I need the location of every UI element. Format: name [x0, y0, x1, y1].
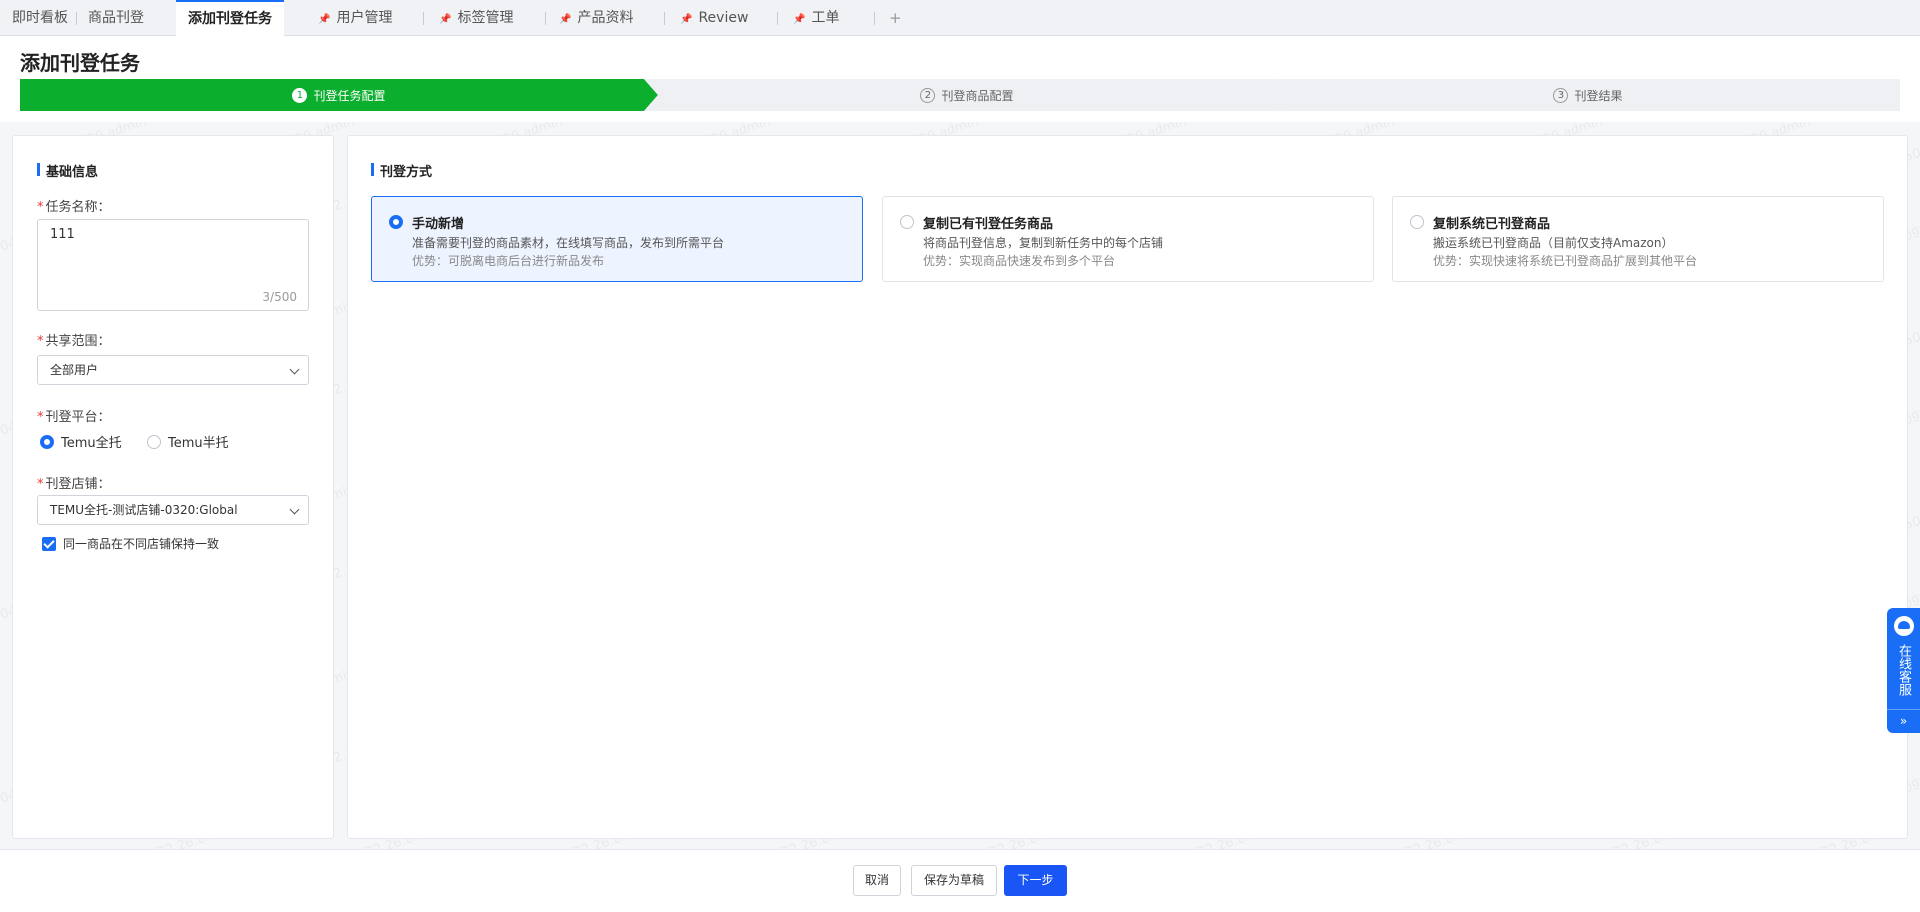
- method-card-copy-system[interactable]: 复制系统已刊登商品 搬运系统已刊登商品（目前仅支持Amazon） 优势：实现快速…: [1392, 196, 1884, 282]
- tab-review[interactable]: 📌 Review: [680, 0, 748, 36]
- tab-product-data[interactable]: 📌 产品资料: [559, 0, 633, 36]
- tab-tag-management[interactable]: 📌 标签管理: [439, 0, 513, 36]
- pin-icon: 📌: [439, 14, 452, 25]
- add-tab-button[interactable]: +: [889, 0, 902, 36]
- tab-separator: [874, 12, 875, 25]
- page-header: 添加刊登任务 1 刊登任务配置 2 刊登商品配置 3 刊登结果: [0, 36, 1920, 122]
- method-card-manual-add[interactable]: 手动新增 准备需要刊登的商品素材，在线填写商品，发布到所需平台 优势：可脱离电商…: [371, 196, 863, 282]
- radio-unchecked-icon: [900, 215, 914, 229]
- save-draft-button[interactable]: 保存为草稿: [911, 865, 997, 896]
- task-name-input[interactable]: 111 3/500: [37, 219, 309, 311]
- pin-icon: 📌: [793, 14, 806, 25]
- next-step-button[interactable]: 下一步: [1004, 865, 1067, 896]
- support-avatar-icon: [1894, 616, 1914, 636]
- tab-separator: [545, 12, 546, 25]
- step-number: 1: [292, 88, 307, 103]
- section-title-basic-info: 基础信息: [37, 161, 98, 180]
- radio-checked-icon: [40, 434, 54, 449]
- platform-label: * 刊登平台：: [37, 410, 111, 425]
- store-select[interactable]: TEMU全托-测试店铺-0320:Global: [37, 495, 309, 525]
- store-label: * 刊登店铺：: [37, 477, 111, 492]
- tab-add-listing-task[interactable]: 添加刊登任务: [176, 0, 284, 36]
- tab-bar: 即时看板 商品刊登 添加刊登任务 📌 用户管理 📌 标签管理 📌 产品资料 📌 Revi…: [0, 0, 1920, 36]
- tab-separator: [76, 12, 77, 25]
- platform-radio-temu-full[interactable]: Temu全托: [40, 432, 122, 451]
- platform-radio-temu-semi[interactable]: Temu半托: [147, 432, 229, 451]
- tab-product-listing[interactable]: 商品刊登: [88, 0, 144, 36]
- online-support-widget[interactable]: 在线客服 »: [1887, 608, 1920, 733]
- card-title: 复制已有刊登任务商品: [923, 217, 1054, 232]
- radio-unchecked-icon: [147, 434, 161, 449]
- step-result: 3 刊登结果: [1276, 79, 1900, 111]
- pin-icon: 📌: [559, 14, 572, 25]
- card-title: 复制系统已刊登商品: [1433, 217, 1551, 232]
- step-progress: 1 刊登任务配置 2 刊登商品配置 3 刊登结果: [20, 79, 1900, 111]
- page-title: 添加刊登任务: [20, 51, 140, 75]
- pin-icon: 📌: [680, 14, 693, 25]
- checkbox-checked-icon: [42, 536, 56, 551]
- tab-separator: [423, 12, 424, 25]
- step-label: 刊登任务配置: [313, 88, 386, 103]
- method-card-copy-task[interactable]: 复制已有刊登任务商品 将商品刊登信息，复制到新任务中的每个店铺 优势：实现商品快…: [882, 196, 1374, 282]
- card-advantage: 优势：可脱离电商后台进行新品发布: [412, 254, 605, 268]
- step-number: 2: [920, 88, 935, 103]
- chevron-down-icon: [289, 504, 300, 515]
- tab-user-management[interactable]: 📌 用户管理: [318, 0, 392, 36]
- share-scope-label: * 共享范围：: [37, 334, 111, 349]
- card-description: 将商品刊登信息，复制到新任务中的每个店铺: [923, 236, 1164, 250]
- step-label: 刊登商品配置: [941, 88, 1014, 103]
- task-name-label: * 任务名称：: [37, 200, 111, 215]
- step-product-config: 2 刊登商品配置: [644, 79, 1290, 111]
- cancel-button[interactable]: 取消: [853, 865, 901, 896]
- tab-separator: [664, 12, 665, 25]
- card-description: 准备需要刊登的商品素材，在线填写商品，发布到所需平台: [412, 236, 725, 250]
- card-advantage: 优势：实现快速将系统已刊登商品扩展到其他平台: [1433, 254, 1698, 268]
- share-scope-select[interactable]: 全部用户: [37, 355, 309, 385]
- radio-checked-icon: [389, 215, 403, 229]
- tab-ticket[interactable]: 📌 工单: [793, 0, 839, 36]
- radio-unchecked-icon: [1410, 215, 1424, 229]
- card-title: 手动新增: [412, 217, 465, 232]
- collapse-chevron-icon[interactable]: »: [1887, 709, 1920, 733]
- char-counter: 3/500: [262, 290, 297, 304]
- pin-icon: 📌: [318, 14, 331, 25]
- tab-dashboard[interactable]: 即时看板: [12, 0, 68, 36]
- step-number: 3: [1553, 87, 1569, 103]
- step-label: 刊登结果: [1574, 88, 1623, 103]
- card-description: 搬运系统已刊登商品（目前仅支持Amazon）: [1433, 236, 1674, 250]
- card-advantage: 优势：实现商品快速发布到多个平台: [923, 254, 1116, 268]
- support-label: 在线客服: [1896, 644, 1911, 696]
- tab-separator: [777, 12, 778, 25]
- section-title-listing-method: 刊登方式: [371, 161, 432, 180]
- chevron-down-icon: [289, 364, 300, 375]
- footer-action-bar: 取消 保存为草稿 下一步: [0, 849, 1920, 912]
- step-task-config: 1 刊登任务配置: [20, 79, 658, 111]
- same-product-consistent-checkbox[interactable]: 同一商品在不同店铺保持一致: [42, 535, 219, 552]
